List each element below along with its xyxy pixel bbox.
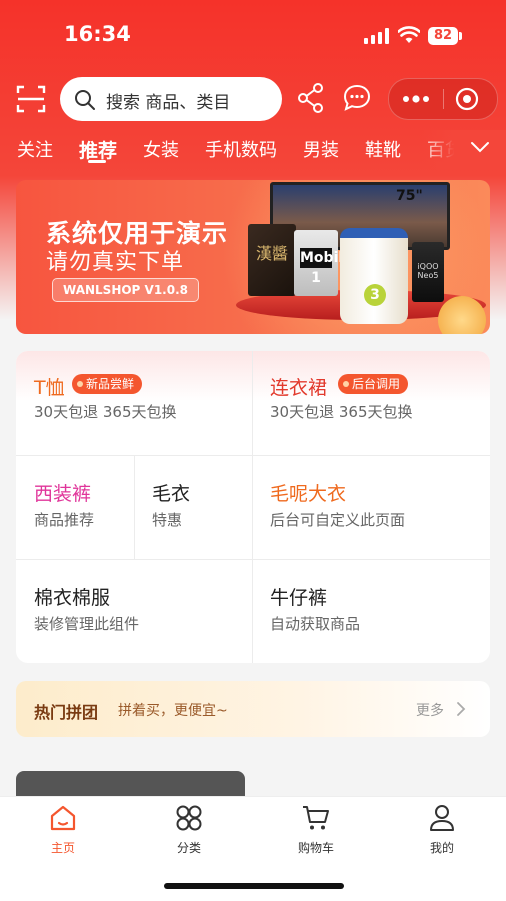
tab-women[interactable]: 女装 bbox=[143, 136, 179, 162]
battery-tip bbox=[459, 32, 462, 40]
cell-subtitle: 自动获取商品 bbox=[270, 615, 361, 633]
cell-title: T恤 bbox=[34, 377, 65, 399]
more-dots-icon[interactable] bbox=[401, 90, 431, 108]
battery-indicator: 82 bbox=[428, 27, 458, 45]
category-cell-sweater[interactable]: 毛衣 特惠 bbox=[134, 455, 252, 559]
category-cell-coat[interactable]: 毛呢大衣 后台可自定义此页面 bbox=[252, 455, 490, 559]
category-icon bbox=[176, 805, 202, 831]
home-icon bbox=[50, 805, 76, 831]
tabbar-cart[interactable]: 购物车 bbox=[276, 803, 356, 856]
tab-digital[interactable]: 手机数码 bbox=[205, 136, 277, 162]
search-input[interactable]: 搜索 商品、类目 bbox=[60, 77, 282, 121]
cell-subtitle: 后台可自定义此页面 bbox=[270, 511, 406, 529]
active-tab-indicator bbox=[88, 160, 106, 163]
tab-shoes[interactable]: 鞋靴 bbox=[365, 136, 401, 162]
cell-title: 西装裤 bbox=[34, 483, 92, 505]
category-cell-dress[interactable]: 连衣裙 后台调用 30天包退 365天包换 bbox=[252, 351, 490, 455]
chevron-right-icon bbox=[457, 702, 466, 716]
tabbar-home[interactable]: 主页 bbox=[23, 803, 103, 856]
cell-title: 连衣裙 bbox=[270, 377, 328, 399]
cell-title: 毛衣 bbox=[152, 483, 191, 505]
group-buy-title: 热门拼团 bbox=[34, 703, 99, 722]
cell-subtitle: 特惠 bbox=[152, 511, 183, 529]
tabbar-profile[interactable]: 我的 bbox=[402, 803, 482, 856]
category-cell-tshirt[interactable]: T恤 新品尝鲜 30天包退 365天包换 bbox=[16, 351, 252, 455]
cart-icon bbox=[303, 806, 329, 830]
tab-follow[interactable]: 关注 bbox=[17, 136, 53, 162]
tabbar-label: 主页 bbox=[50, 841, 75, 855]
cell-subtitle: 30天包退 365天包换 bbox=[270, 403, 413, 421]
signal-icon bbox=[364, 28, 389, 44]
banner-product-box: 漢醬 bbox=[248, 224, 296, 296]
mini-program-capsule bbox=[388, 78, 498, 120]
category-grid: T恤 新品尝鲜 30天包退 365天包换 连衣裙 后台调用 30天包退 365天… bbox=[16, 351, 490, 663]
group-buy-subtitle: 拼着买，更便宜~ bbox=[118, 703, 228, 719]
home-indicator bbox=[164, 883, 344, 889]
capsule-divider bbox=[443, 89, 444, 109]
tab-fade bbox=[420, 130, 506, 170]
oil-label: Mobil 1 bbox=[300, 248, 344, 286]
cell-subtitle: 商品推荐 bbox=[34, 511, 95, 529]
category-cell-cotton[interactable]: 棉衣棉服 装修管理此组件 bbox=[16, 559, 252, 663]
tabbar-label: 分类 bbox=[176, 841, 201, 855]
status-time: 16:34 bbox=[64, 22, 131, 46]
tv-size-label: 75" bbox=[396, 188, 423, 204]
capsule-close-icon[interactable] bbox=[455, 87, 479, 111]
message-icon[interactable] bbox=[342, 82, 372, 114]
tabbar-category[interactable]: 分类 bbox=[149, 803, 229, 856]
group-buy-more-link[interactable]: 更多 bbox=[416, 700, 444, 720]
category-cell-suit-pants[interactable]: 西装裤 商品推荐 bbox=[16, 455, 134, 559]
cell-subtitle: 30天包退 365天包换 bbox=[34, 403, 177, 421]
backend-tag: 后台调用 bbox=[338, 374, 409, 394]
tab-recommend[interactable]: 推荐 bbox=[79, 136, 117, 163]
category-cell-jeans[interactable]: 牛仔裤 自动获取商品 bbox=[252, 559, 490, 663]
status-bar: 16:34 82 bbox=[0, 0, 506, 70]
banner-milk-can: 3 bbox=[340, 228, 408, 324]
category-tabs: 关注 推荐 女装 手机数码 男装 鞋靴 百货 bbox=[0, 130, 506, 170]
search-icon bbox=[75, 90, 95, 110]
new-tag: 新品尝鲜 bbox=[72, 374, 143, 394]
profile-icon bbox=[430, 805, 454, 831]
chevron-down-icon[interactable] bbox=[470, 140, 490, 154]
banner-phone-box: iQOO Neo5 bbox=[412, 242, 444, 302]
cell-title: 牛仔裤 bbox=[270, 587, 328, 609]
wifi-icon bbox=[398, 26, 420, 43]
tabbar-label: 我的 bbox=[429, 841, 454, 855]
search-placeholder: 搜索 商品、类目 bbox=[106, 93, 231, 113]
cell-title: 棉衣棉服 bbox=[34, 587, 111, 609]
tab-men[interactable]: 男装 bbox=[303, 136, 339, 162]
tabbar-label: 购物车 bbox=[297, 841, 334, 855]
can-stage-badge: 3 bbox=[364, 284, 386, 306]
banner-subtitle: 请勿真实下单 bbox=[46, 250, 185, 275]
cell-subtitle: 装修管理此组件 bbox=[34, 615, 140, 633]
version-badge: WANLSHOP V1.0.8 bbox=[52, 278, 199, 302]
scan-icon[interactable] bbox=[16, 84, 46, 114]
banner-oil-product: Mobil 1 bbox=[294, 230, 344, 296]
cell-title: 毛呢大衣 bbox=[270, 483, 347, 505]
group-buy-header[interactable]: 热门拼团 拼着买，更便宜~ 更多 bbox=[16, 681, 490, 737]
share-icon[interactable] bbox=[296, 82, 326, 114]
promo-banner[interactable]: 75" 漢醬 Mobil 1 3 iQOO Neo5 系统仅用于演示 请勿真实下… bbox=[16, 180, 490, 334]
